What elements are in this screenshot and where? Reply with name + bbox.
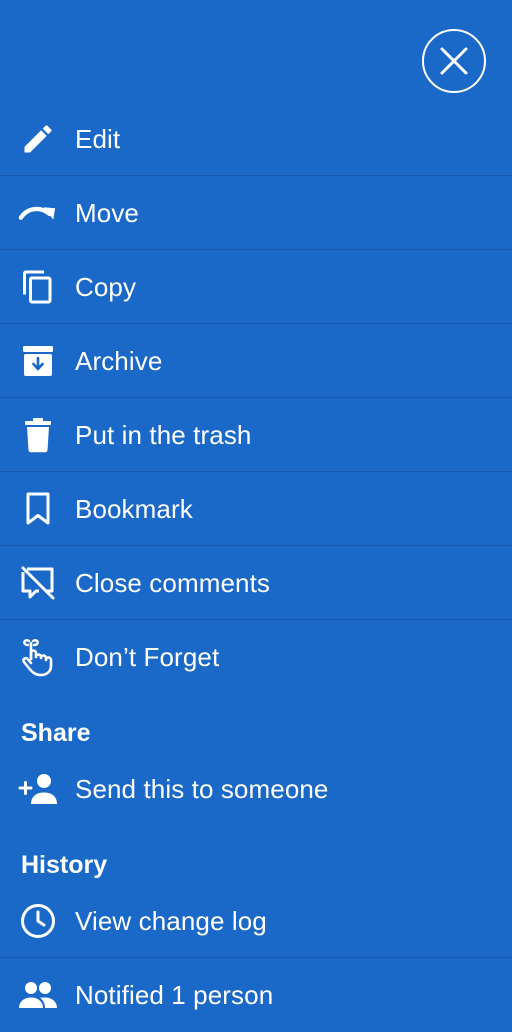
- menu-item-notified[interactable]: Notified 1 person: [0, 958, 512, 1032]
- trash-icon: [18, 415, 58, 455]
- menu-item-dont-forget[interactable]: Don’t Forget: [0, 620, 512, 694]
- copy-icon: [18, 267, 58, 307]
- close-icon: [440, 47, 468, 75]
- menu-item-send-to-someone[interactable]: Send this to someone: [0, 752, 512, 826]
- menu-item-label: Close comments: [75, 567, 271, 598]
- menu-item-label: Bookmark: [75, 493, 193, 524]
- menu-item-trash[interactable]: Put in the trash: [0, 398, 512, 472]
- menu-item-label: Notified 1 person: [75, 980, 274, 1010]
- pencil-icon: [18, 119, 58, 159]
- bookmark-icon: [18, 489, 58, 529]
- section-heading-history: History: [0, 826, 512, 884]
- menu-item-label: View change log: [75, 905, 267, 936]
- move-arrow-icon: [18, 193, 58, 233]
- menu-item-label: Don’t Forget: [75, 642, 220, 672]
- menu-item-label: Edit: [75, 123, 121, 154]
- section-heading-label: History: [21, 851, 108, 879]
- menu-item-edit[interactable]: Edit: [0, 102, 512, 176]
- person-add-icon: [18, 769, 58, 809]
- section-heading-share: Share: [0, 694, 512, 752]
- menu-item-view-change-log[interactable]: View change log: [0, 884, 512, 958]
- menu-item-label: Archive: [75, 345, 163, 376]
- archive-icon: [18, 341, 58, 381]
- menu-item-label: Move: [75, 197, 139, 228]
- menu-item-close-comments[interactable]: Close comments: [0, 546, 512, 620]
- clock-icon: [18, 901, 58, 941]
- menu-item-bookmark[interactable]: Bookmark: [0, 472, 512, 546]
- section-heading-label: Share: [21, 719, 91, 747]
- action-menu: Edit Move Copy Archive Put in the trash …: [0, 102, 512, 1032]
- comments-off-icon: [18, 563, 58, 603]
- finger-ribbon-icon: [18, 637, 58, 677]
- close-button[interactable]: [422, 29, 486, 93]
- menu-item-label: Send this to someone: [75, 774, 329, 804]
- people-icon: [18, 975, 58, 1015]
- menu-item-label: Put in the trash: [75, 419, 252, 450]
- menu-item-move[interactable]: Move: [0, 176, 512, 250]
- menu-item-copy[interactable]: Copy: [0, 250, 512, 324]
- menu-item-label: Copy: [75, 271, 137, 302]
- menu-item-archive[interactable]: Archive: [0, 324, 512, 398]
